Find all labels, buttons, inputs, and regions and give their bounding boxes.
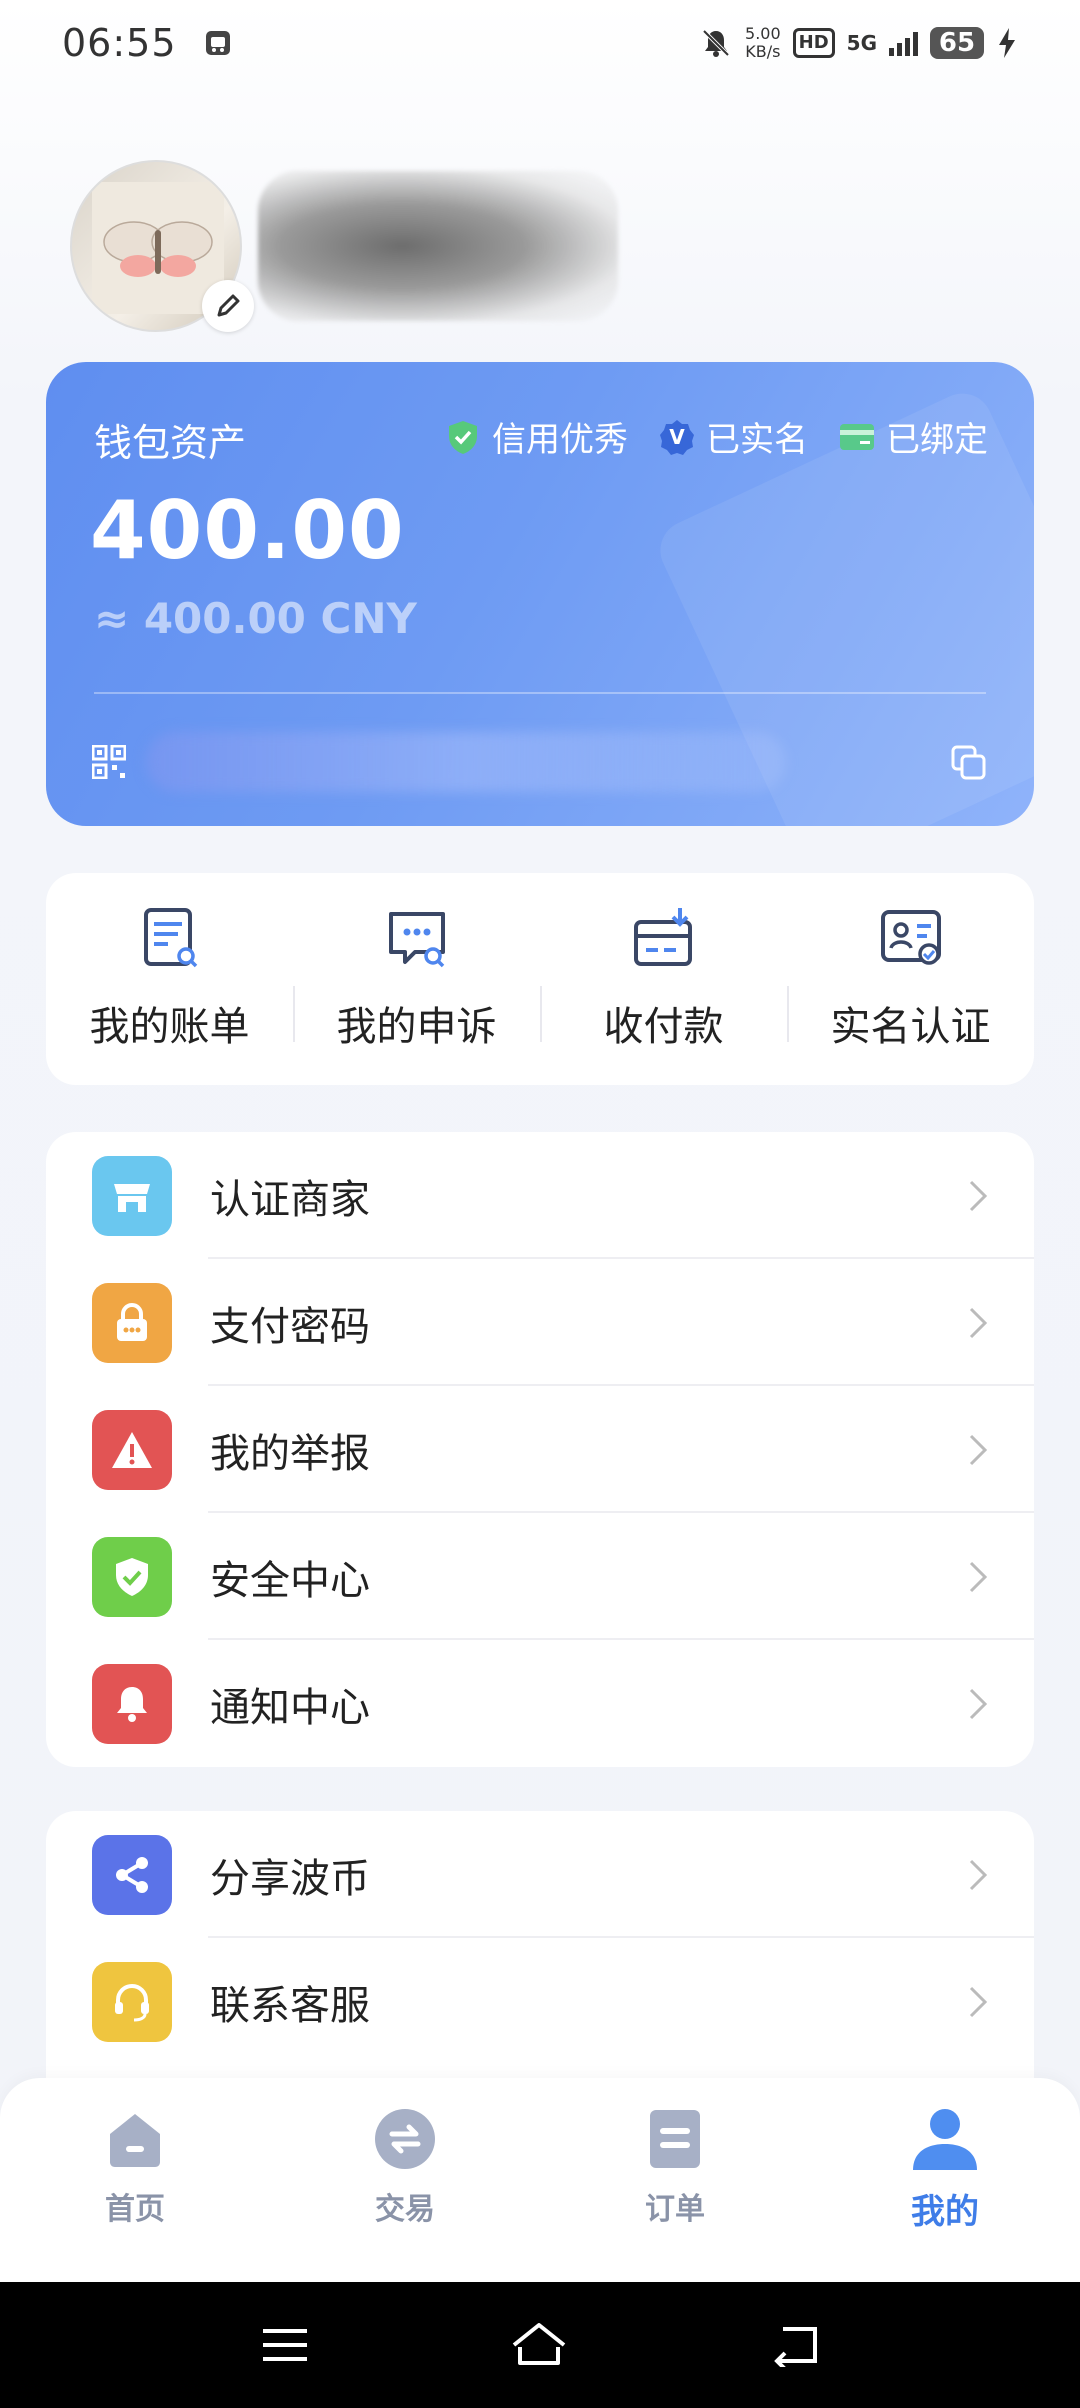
- charging-icon: [996, 26, 1018, 60]
- menu-icon[interactable]: [261, 2325, 309, 2365]
- tab-mine[interactable]: 我的: [810, 2108, 1080, 2233]
- home-icon: [110, 2114, 160, 2167]
- menu-item-customer-service-label: 联系客服: [210, 1982, 370, 2029]
- headset-icon: [92, 1961, 172, 2042]
- copy-icon[interactable]: [950, 744, 988, 782]
- tab-trade-label: 交易: [375, 2192, 435, 2227]
- wallet-title: 钱包资产: [94, 421, 247, 465]
- lock-icon: [92, 1282, 172, 1363]
- menu-item-merchant-label: 认证商家: [210, 1176, 370, 1223]
- wallet-address-redacted: [146, 732, 786, 792]
- menu-item-share-label: 分享波币: [210, 1855, 370, 1902]
- username-redacted: [258, 171, 618, 321]
- shield-icon: [92, 1536, 172, 1617]
- chevron-right-icon: [969, 1180, 988, 1211]
- chevron-right-icon: [969, 1561, 988, 1592]
- status-time: 06:55: [62, 21, 177, 65]
- signal-icon: [889, 30, 918, 56]
- chevron-right-icon: [969, 1307, 988, 1338]
- system-nav-bar: [0, 2282, 1080, 2408]
- share-icon: [92, 1834, 172, 1915]
- menu-item-notifications-label: 通知中心: [210, 1684, 370, 1731]
- credit-badge-label: 信用优秀: [492, 420, 628, 460]
- menu-item-report-label: 我的举报: [210, 1430, 370, 1477]
- card-divider: [94, 692, 986, 694]
- menu-group-account: 认证商家 支付密码 我的举报 安全中心 通知中心: [46, 1132, 1034, 1767]
- quick-appeal-label: 我的申诉: [336, 1004, 497, 1050]
- id-verify-icon: [880, 910, 941, 965]
- menu-item-report[interactable]: 我的举报: [46, 1386, 1034, 1513]
- card-icon: [840, 423, 874, 450]
- wallet-badges: 信用优秀 V 已实名 已绑定: [444, 412, 988, 461]
- quick-payment[interactable]: 收付款: [540, 906, 787, 1052]
- verified-badge-label: 已实名: [706, 420, 808, 460]
- status-bar: 06:55 5.00 KB/s HD 5G 65: [0, 0, 1080, 86]
- tab-home[interactable]: 首页: [0, 2108, 270, 2228]
- tab-orders-label: 订单: [645, 2192, 705, 2227]
- credit-badge: 信用优秀: [444, 412, 628, 461]
- menu-item-security-label: 安全中心: [210, 1557, 370, 1604]
- menu-item-merchant[interactable]: 认证商家: [46, 1132, 1034, 1259]
- menu-item-notifications[interactable]: 通知中心: [46, 1640, 1034, 1767]
- hd-badge: HD: [792, 28, 835, 58]
- tab-home-label: 首页: [105, 2192, 165, 2227]
- wallet-approx-cny: ≈ 400.00 CNY: [94, 594, 417, 643]
- net-speed-unit: KB/s: [745, 42, 781, 61]
- screen-record-icon: [203, 28, 233, 58]
- tab-mine-label: 我的: [911, 2192, 979, 2232]
- chevron-right-icon: [969, 1434, 988, 1465]
- wallet-address-row: [92, 732, 988, 792]
- quick-appeal[interactable]: 我的申诉: [293, 906, 540, 1052]
- menu-item-customer-service[interactable]: 联系客服: [46, 1938, 1034, 2065]
- quick-payment-label: 收付款: [603, 1004, 724, 1050]
- tab-orders[interactable]: 订单: [540, 2108, 810, 2228]
- tab-trade[interactable]: 交易: [270, 2108, 540, 2228]
- quick-id-verify-label: 实名认证: [830, 1004, 991, 1050]
- edit-avatar-button[interactable]: [202, 280, 254, 332]
- chevron-right-icon: [969, 1859, 988, 1890]
- appeal-icon: [388, 912, 445, 968]
- pencil-icon: [217, 294, 240, 317]
- chevron-right-icon: [969, 1688, 988, 1719]
- store-icon: [92, 1155, 172, 1236]
- bound-badge: 已绑定: [838, 412, 988, 461]
- network-type: 5G: [846, 31, 877, 55]
- mute-icon: [699, 26, 733, 60]
- wallet-amount: 400.00: [90, 484, 405, 577]
- v-badge-icon: V: [660, 419, 694, 455]
- bound-badge-label: 已绑定: [886, 420, 988, 460]
- menu-item-share[interactable]: 分享波币: [46, 1811, 1034, 1938]
- profile-header: [70, 160, 618, 332]
- quick-id-verify[interactable]: 实名认证: [787, 906, 1034, 1052]
- bill-icon: [143, 908, 197, 968]
- wallet-card[interactable]: 钱包资产 信用优秀 V 已实名 已绑定 400.00 ≈ 400.00 CNY: [46, 362, 1034, 826]
- home-nav-icon[interactable]: [510, 2321, 568, 2369]
- svg-text:V: V: [669, 425, 685, 449]
- net-speed: 5.00 KB/s: [745, 25, 781, 61]
- menu-group-support: 分享波币 联系客服: [46, 1811, 1034, 2111]
- warning-icon: [92, 1409, 172, 1490]
- quick-actions: 我的账单 我的申诉 收付款 实名认证: [46, 873, 1034, 1085]
- back-icon[interactable]: [769, 2323, 819, 2367]
- bottom-tab-bar: 首页 交易 订单 我的: [0, 2078, 1080, 2282]
- menu-item-security[interactable]: 安全中心: [46, 1513, 1034, 1640]
- shield-check-icon: [449, 420, 477, 454]
- exchange-icon: [375, 2109, 435, 2169]
- verified-badge: V 已实名: [658, 412, 808, 461]
- bell-icon: [92, 1663, 172, 1744]
- chevron-right-icon: [969, 1986, 988, 2017]
- net-speed-value: 5.00: [745, 24, 781, 43]
- quick-bill-label: 我的账单: [89, 1004, 250, 1050]
- quick-bill[interactable]: 我的账单: [46, 906, 293, 1052]
- menu-item-pay-password[interactable]: 支付密码: [46, 1259, 1034, 1386]
- payment-icon: [633, 908, 692, 966]
- qrcode-icon[interactable]: [92, 745, 126, 779]
- menu-item-pay-password-label: 支付密码: [210, 1303, 370, 1350]
- user-icon: [913, 2109, 977, 2170]
- battery-level: 65: [930, 27, 984, 59]
- order-icon: [650, 2110, 700, 2168]
